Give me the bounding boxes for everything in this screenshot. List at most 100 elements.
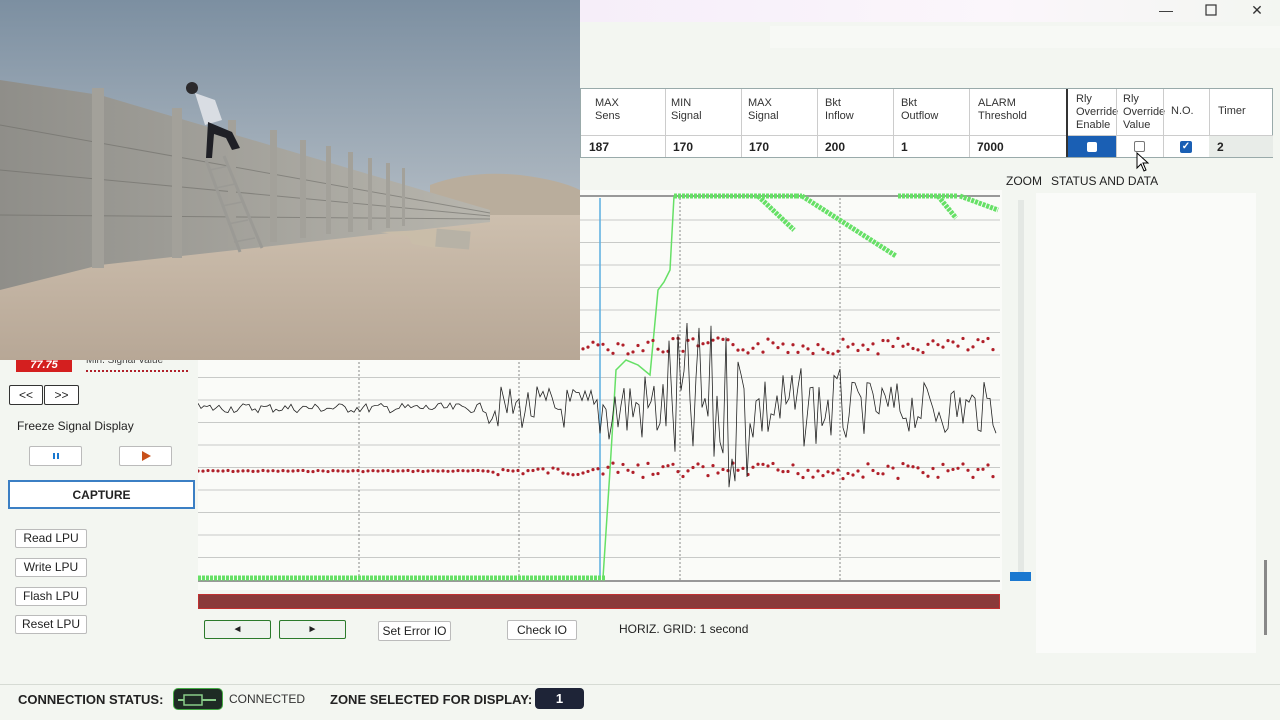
no-checkbox[interactable]: ✓ xyxy=(1180,140,1192,153)
red-lower-point xyxy=(856,469,860,473)
red-lower-point xyxy=(266,469,270,473)
red-lower-point xyxy=(466,469,470,473)
red-upper-point xyxy=(771,341,775,345)
red-lower-point xyxy=(481,469,485,473)
red-upper-point xyxy=(881,338,885,343)
zone-value-badge[interactable]: 1 xyxy=(535,688,584,709)
connection-status-label: CONNECTION STATUS: xyxy=(18,692,164,707)
red-lower-point xyxy=(411,469,415,474)
red-upper-point xyxy=(751,346,755,350)
red-lower-point xyxy=(426,469,430,473)
red-lower-point xyxy=(451,469,455,473)
zoom-slider-track[interactable] xyxy=(1018,200,1024,578)
next-button[interactable]: >> xyxy=(44,385,79,405)
red-lower-point xyxy=(896,476,900,480)
red-lower-point xyxy=(776,468,780,472)
check-io-button[interactable]: Check IO xyxy=(507,620,577,640)
cell-timer[interactable]: 2 xyxy=(1209,135,1273,157)
red-lower-point xyxy=(861,475,865,479)
pause-button[interactable] xyxy=(29,446,82,466)
red-lower-point xyxy=(741,466,745,471)
red-lower-point xyxy=(561,471,565,475)
scroll-right-button[interactable]: ► xyxy=(279,620,346,639)
red-lower-point xyxy=(951,467,955,472)
play-button[interactable] xyxy=(119,446,172,466)
red-lower-point xyxy=(961,462,965,466)
cell-max-sens[interactable]: 187 xyxy=(581,135,665,157)
red-upper-point xyxy=(796,350,800,354)
error-bar xyxy=(198,594,1000,609)
red-lower-point xyxy=(841,476,845,481)
red-upper-point xyxy=(846,345,850,349)
red-lower-point xyxy=(281,468,285,473)
red-lower-point xyxy=(796,471,800,476)
red-lower-point xyxy=(621,462,625,467)
minimize-icon[interactable]: — xyxy=(1143,0,1189,20)
red-lower-point xyxy=(496,473,500,477)
red-lower-point xyxy=(816,469,820,473)
write-lpu-button[interactable]: Write LPU xyxy=(15,558,87,577)
capture-button[interactable]: CAPTURE xyxy=(8,480,195,509)
cell-no[interactable]: ✓ xyxy=(1163,135,1209,157)
red-lower-point xyxy=(596,467,600,471)
red-lower-point xyxy=(901,461,905,466)
header-strip xyxy=(770,26,1280,48)
panel-scrollbar[interactable] xyxy=(1264,560,1267,635)
red-upper-point xyxy=(896,336,900,340)
maximize-icon[interactable] xyxy=(1188,0,1234,20)
red-upper-point xyxy=(746,351,750,355)
set-error-io-button[interactable]: Set Error IO xyxy=(378,621,451,641)
red-upper-point xyxy=(776,346,780,350)
red-lower-point xyxy=(216,469,220,473)
red-lower-point xyxy=(576,472,580,477)
red-upper-point xyxy=(806,347,810,351)
override-enable-checkbox[interactable] xyxy=(1087,141,1097,152)
red-lower-point xyxy=(871,468,875,473)
close-icon[interactable]: ✕ xyxy=(1234,0,1280,20)
red-upper-point xyxy=(916,348,920,352)
status-data-panel xyxy=(1036,193,1256,653)
red-lower-point xyxy=(921,470,925,475)
reset-lpu-button[interactable]: Reset LPU xyxy=(15,615,87,634)
cell-rly-override-enable[interactable] xyxy=(1068,135,1116,157)
cell-max-signal[interactable]: 170 xyxy=(741,135,817,157)
red-lower-point xyxy=(396,469,400,473)
cell-alarm-threshold[interactable]: 7000 xyxy=(969,135,1066,157)
red-lower-point xyxy=(791,463,795,467)
red-lower-point xyxy=(611,461,615,465)
red-lower-point xyxy=(311,469,315,474)
red-lower-point xyxy=(781,470,785,474)
status-divider xyxy=(0,684,1280,685)
override-value-checkbox[interactable] xyxy=(1134,141,1145,152)
red-upper-point xyxy=(636,343,640,348)
header-no: N.O. xyxy=(1171,105,1194,117)
read-lpu-button[interactable]: Read LPU xyxy=(15,529,87,548)
red-lower-point xyxy=(506,468,510,473)
red-lower-point xyxy=(806,468,810,472)
header-max-sens: MAX Sens xyxy=(595,97,621,122)
red-upper-point xyxy=(626,352,630,356)
red-upper-point xyxy=(691,337,695,341)
horiz-grid-label: HORIZ. GRID: 1 second xyxy=(619,622,749,636)
cell-min-signal[interactable]: 170 xyxy=(665,135,741,157)
red-upper-point xyxy=(991,348,995,352)
red-lower-point xyxy=(536,467,540,471)
red-lower-point xyxy=(371,469,375,473)
red-lower-point xyxy=(846,471,850,476)
red-upper-point xyxy=(966,348,970,352)
prev-button[interactable]: << xyxy=(9,385,43,405)
zoom-label: ZOOM xyxy=(1006,174,1042,188)
zone-selected-label: ZONE SELECTED FOR DISPLAY: xyxy=(330,692,533,707)
red-upper-point xyxy=(986,336,990,341)
zoom-slider-thumb[interactable] xyxy=(1010,572,1031,581)
red-lower-point xyxy=(936,475,940,479)
scroll-left-button[interactable]: ◄ xyxy=(204,620,271,639)
red-lower-point xyxy=(581,471,585,475)
cell-bkt-inflow[interactable]: 200 xyxy=(817,135,893,157)
red-upper-point xyxy=(681,349,685,353)
flash-lpu-button[interactable]: Flash LPU xyxy=(15,587,87,606)
cell-bkt-outflow[interactable]: 1 xyxy=(893,135,969,157)
header-max-signal: MAX Signal xyxy=(748,97,779,122)
red-upper-point xyxy=(956,344,960,348)
red-lower-point xyxy=(626,468,630,472)
